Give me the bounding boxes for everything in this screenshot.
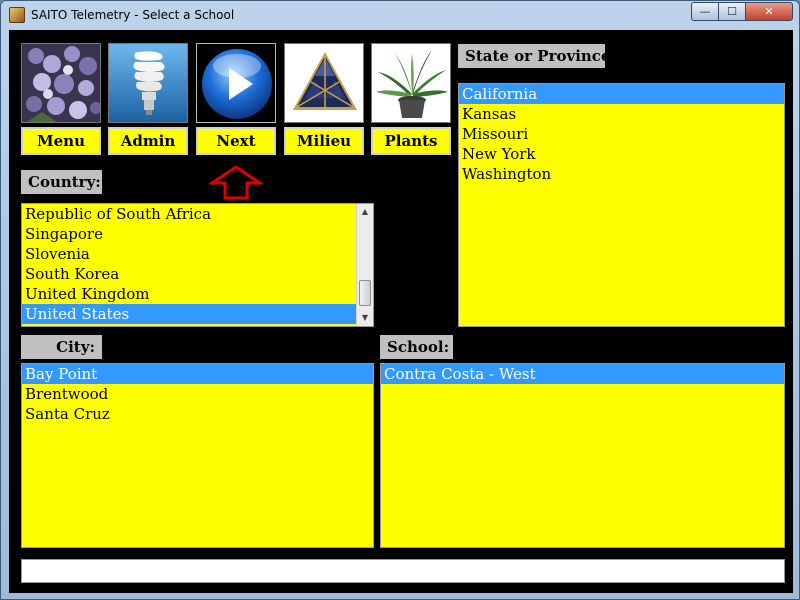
red-up-arrow-icon [209,165,263,200]
list-item[interactable]: Missouri [459,124,784,144]
lightbulb-icon [109,44,187,122]
flowers-photo-icon [22,44,100,122]
city-label: City: [21,335,102,359]
country-list-items[interactable]: Republic of South Africa Singapore Sloveni… [22,204,373,324]
list-item[interactable]: New York [459,144,784,164]
admin-tile[interactable] [108,43,188,123]
list-item[interactable]: Kansas [459,104,784,124]
school-list-items[interactable]: Contra Costa - West [381,364,784,384]
list-item[interactable]: California [459,84,784,104]
list-item[interactable]: Singapore [22,224,373,244]
scroll-down-arrow-icon[interactable]: ▼ [357,310,373,326]
list-item[interactable]: Republic of South Africa [22,204,373,224]
list-item[interactable]: Bay Point [22,364,373,384]
list-item[interactable]: Washington [459,164,784,184]
list-item[interactable]: United Kingdom [22,284,373,304]
state-label: State or Province: [458,44,616,68]
city-listbox[interactable]: Bay Point Brentwood Santa Cruz [21,363,374,548]
milieu-button[interactable]: Milieu [284,127,364,155]
list-item[interactable]: Santa Cruz [22,404,373,424]
milieu-tile[interactable] [284,43,364,123]
menu-button[interactable]: Menu [21,127,101,155]
plants-button[interactable]: Plants [371,127,451,155]
list-item[interactable]: Contra Costa - West [381,364,784,384]
close-button[interactable]: ✕ [745,2,793,21]
country-label: Country: [21,170,102,194]
country-listbox[interactable]: Republic of South Africa Singapore Sloveni… [21,203,374,327]
scroll-thumb[interactable] [359,280,371,306]
title-bar[interactable]: SAITO Telemetry - Select a School — ☐ ✕ [1,1,799,29]
window-title: SAITO Telemetry - Select a School [31,8,235,22]
status-bar [21,559,785,583]
next-tile[interactable] [196,43,276,123]
potted-plant-icon [372,44,450,122]
state-listbox[interactable]: California Kansas Missouri New York Washingt… [458,83,785,327]
state-list-items[interactable]: California Kansas Missouri New York Washingt… [459,84,784,184]
list-item[interactable]: Brentwood [22,384,373,404]
app-window: SAITO Telemetry - Select a School — ☐ ✕ [0,0,800,600]
admin-button[interactable]: Admin [108,127,188,155]
maximize-button[interactable]: ☐ [718,2,746,21]
list-item[interactable]: Slovenia [22,244,373,264]
school-listbox[interactable]: Contra Costa - West [380,363,785,548]
list-item[interactable]: South Korea [22,264,373,284]
client-area: Menu Admin Next Milieu Plants Country: R… [9,30,793,593]
list-item[interactable]: United States [22,304,373,324]
triangle-logo-icon [285,44,363,122]
app-icon [9,7,25,23]
city-list-items[interactable]: Bay Point Brentwood Santa Cruz [22,364,373,424]
plants-tile[interactable] [371,43,451,123]
country-scrollbar[interactable]: ▲ ▼ [356,204,373,326]
minimize-button[interactable]: — [691,2,719,21]
next-button[interactable]: Next [196,127,276,155]
school-label: School: [380,335,453,359]
scroll-up-arrow-icon[interactable]: ▲ [357,204,373,220]
menu-tile[interactable] [21,43,101,123]
play-button-icon [197,44,275,122]
